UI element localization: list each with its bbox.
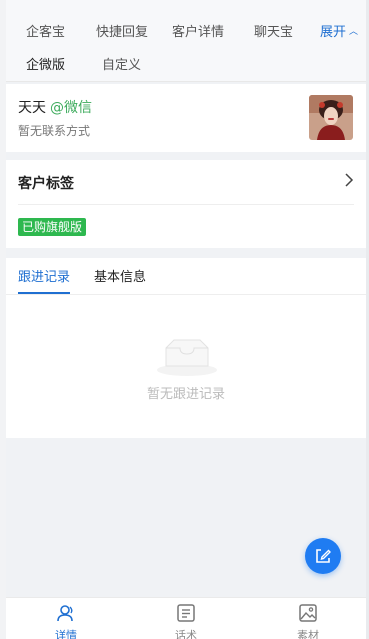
tags-card: 客户标签 已购旗舰版 [6, 160, 366, 248]
active-tab-underline [18, 292, 70, 294]
bottom-tab-material[interactable]: 素材 [278, 603, 338, 639]
app-frame: 企客宝 快捷回复 客户详情 聊天宝 展开 ︿ 企微版 自定义 天天 @微信 暂无联系… [0, 0, 369, 639]
customer-tags-title[interactable]: 客户标签 [18, 173, 74, 193]
nav-tab-qikebao[interactable]: 企客宝 [26, 21, 65, 40]
tab-follow-up[interactable]: 跟进记录 [18, 266, 70, 285]
user-icon [57, 605, 73, 622]
tab-basic-info[interactable]: 基本信息 [94, 266, 146, 285]
records-card: 跟进记录 基本信息 暂无跟进记录 [6, 258, 366, 438]
add-record-button[interactable] [305, 538, 341, 574]
nav-tab-quick-reply[interactable]: 快捷回复 [96, 21, 148, 40]
edit-icon [316, 549, 331, 563]
contact-card: 天天 @微信 暂无联系方式 [6, 84, 366, 152]
contact-channel: @微信 [50, 100, 92, 116]
nav-tab-custom[interactable]: 自定义 [102, 54, 141, 73]
nav-tab-chatbao[interactable]: 聊天宝 [254, 21, 293, 40]
nav-tab-customer-detail[interactable]: 客户详情 [172, 21, 224, 40]
empty-state-text: 暂无跟进记录 [146, 387, 225, 402]
divider [18, 204, 354, 205]
top-nav: 企客宝 快捷回复 客户详情 聊天宝 展开 ︿ 企微版 自定义 [6, 0, 366, 82]
avatar[interactable] [309, 95, 353, 140]
bottom-tab-label: 详情 [55, 629, 77, 639]
image-icon [299, 604, 317, 622]
records-tabs: 跟进记录 基本信息 [6, 258, 366, 295]
bottom-tab-label: 素材 [297, 629, 319, 639]
contact-name-line: 天天 @微信 [18, 97, 92, 117]
expand-label: 展开 [320, 25, 347, 40]
empty-inbox-icon [156, 336, 218, 376]
contact-subtitle: 暂无联系方式 [18, 124, 91, 138]
chevron-up-icon: ︿ [349, 27, 359, 37]
avatar-image [309, 95, 353, 140]
bottom-tab-label: 话术 [175, 629, 197, 639]
nav-tab-wecom[interactable]: 企微版 [26, 54, 65, 73]
bottom-nav: 详情 话术 素材 [6, 597, 366, 639]
contact-name: 天天 [18, 100, 46, 116]
chevron-right-icon[interactable] [344, 172, 354, 191]
tag-badge: 已购旗舰版 [18, 218, 87, 236]
bottom-tab-script[interactable]: 话术 [156, 603, 216, 639]
script-icon [177, 604, 195, 622]
expand-button[interactable]: 展开 ︿ [320, 21, 358, 40]
bottom-tab-detail[interactable]: 详情 [36, 603, 96, 639]
